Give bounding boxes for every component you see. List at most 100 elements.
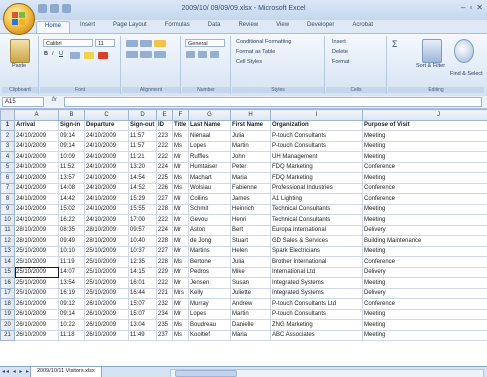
horizontal-scrollbar[interactable] (170, 369, 484, 377)
cell[interactable]: Mike (230, 266, 271, 278)
cell[interactable]: 14:54 (128, 172, 157, 184)
cell[interactable]: Mr (172, 224, 189, 236)
cell[interactable]: Spark Electricians (270, 245, 363, 257)
cell[interactable]: Lopes (188, 308, 231, 320)
tab-home[interactable]: Home (36, 21, 71, 33)
cell[interactable]: 25/10/2009 (84, 287, 129, 299)
cell[interactable]: Meeting (362, 308, 487, 320)
cell[interactable]: Juliette (230, 287, 271, 299)
cell[interactable]: Meeting (362, 245, 487, 257)
cell[interactable]: FDQ Marketing (270, 172, 363, 184)
row-header[interactable]: 5 (0, 161, 15, 173)
cell[interactable]: Stuart (230, 235, 271, 247)
cell[interactable]: P-touch Consultants (270, 130, 363, 142)
cell[interactable]: 28/10/2009 (84, 224, 129, 236)
autosum-icon[interactable]: Σ (392, 39, 398, 49)
cell[interactable]: Ms (172, 140, 189, 152)
cell[interactable]: 222 (156, 151, 173, 163)
number-format-box[interactable]: General (185, 39, 225, 47)
cell[interactable]: 09:14 (58, 140, 85, 152)
wrap-text-icon[interactable] (154, 40, 166, 47)
cell[interactable]: ZNG Marketing (270, 319, 363, 331)
row-header[interactable]: 16 (0, 277, 15, 289)
row-header[interactable]: 4 (0, 151, 15, 163)
fill-color-icon[interactable] (84, 52, 94, 59)
cell[interactable]: John (230, 151, 271, 163)
row-header[interactable]: 19 (0, 308, 15, 320)
insert-button[interactable]: Insert (332, 39, 346, 45)
cell[interactable]: 10:10 (58, 245, 85, 257)
cell[interactable]: 15:07 (128, 298, 157, 310)
merge-center-icon[interactable] (154, 51, 166, 58)
cell[interactable]: 09:57 (128, 224, 157, 236)
font-color-icon[interactable] (98, 52, 108, 59)
cell[interactable]: 25/10/2009 (14, 266, 59, 278)
cell[interactable]: UH Management (270, 151, 363, 163)
cell[interactable]: Ms (172, 319, 189, 331)
cell[interactable]: Professional Industries (270, 182, 363, 194)
cell[interactable]: 235 (156, 319, 173, 331)
cell[interactable]: 16:44 (128, 287, 157, 299)
cell[interactable]: 24/10/2009 (84, 172, 129, 184)
cell[interactable]: Nienaal (188, 130, 231, 142)
column-header-b[interactable]: B (58, 109, 85, 121)
cell[interactable]: 226 (156, 182, 173, 194)
cell[interactable]: 228 (156, 235, 173, 247)
worksheet-grid[interactable]: ABCDEFGHIJ 1 Arrival Sign-in Departure Sign-… (0, 109, 487, 366)
cell[interactable]: 24/10/2009 (84, 130, 129, 142)
cell[interactable]: Meeting (362, 172, 487, 184)
cell[interactable]: Mr (172, 308, 189, 320)
format-button[interactable]: Format (332, 59, 349, 65)
cell[interactable]: Integrated Systems (270, 287, 363, 299)
cell[interactable]: 25/10/2009 (84, 266, 129, 278)
column-header-f[interactable]: F (172, 109, 189, 121)
row-header[interactable]: 7 (0, 182, 15, 194)
cell[interactable]: 25/10/2009 (14, 256, 59, 268)
select-all-corner[interactable] (0, 109, 15, 121)
cell[interactable]: Ms (172, 182, 189, 194)
column-title-cell[interactable]: Title (172, 119, 189, 131)
column-title-cell[interactable]: First Name (230, 119, 271, 131)
minimize-icon[interactable]: – (461, 3, 465, 12)
cell[interactable]: 15:02 (58, 203, 85, 215)
cell[interactable]: Andrew (230, 298, 271, 310)
cell[interactable]: Mr (172, 298, 189, 310)
cell[interactable]: Ms (172, 172, 189, 184)
column-header-h[interactable]: H (230, 109, 271, 121)
column-header-i[interactable]: I (270, 109, 363, 121)
align-center-icon[interactable] (140, 51, 152, 58)
cell[interactable]: 26/10/2009 (14, 308, 59, 320)
cell[interactable]: 225 (156, 172, 173, 184)
cell[interactable]: Mrs (172, 287, 189, 299)
cell[interactable]: 25/10/2009 (84, 245, 129, 257)
cell[interactable]: 24/10/2009 (14, 182, 59, 194)
cell[interactable]: 24/10/2009 (84, 214, 129, 226)
cell[interactable]: 10:09 (58, 151, 85, 163)
cell[interactable]: Meeting (362, 277, 487, 289)
cell[interactable]: 15:29 (128, 193, 157, 205)
cell[interactable]: Ms (172, 329, 189, 341)
column-title-cell[interactable]: Organization (270, 119, 363, 131)
bold-button[interactable]: B (44, 51, 48, 57)
cell[interactable]: 24/10/2009 (14, 161, 59, 173)
cell-styles-button[interactable]: Cell Styles (236, 59, 262, 65)
column-title-cell[interactable]: Departure (84, 119, 129, 131)
cell[interactable]: 24/10/2009 (84, 182, 129, 194)
cell[interactable]: 11:19 (58, 256, 85, 268)
align-left-icon[interactable] (126, 51, 138, 58)
cell[interactable]: Machart (188, 172, 231, 184)
cell[interactable]: 16:22 (58, 214, 85, 226)
cell[interactable]: 234 (156, 308, 173, 320)
office-button[interactable] (3, 3, 35, 35)
cell[interactable]: Peter (230, 161, 271, 173)
cell[interactable]: Conference (362, 161, 487, 173)
cell[interactable]: Heinrich (230, 203, 271, 215)
cell[interactable]: 24/10/2009 (14, 193, 59, 205)
cell[interactable]: 09:14 (58, 130, 85, 142)
row-header[interactable]: 17 (0, 287, 15, 299)
cell[interactable]: 224 (156, 224, 173, 236)
cell[interactable]: de Jong (188, 235, 231, 247)
cell[interactable]: 15:55 (128, 203, 157, 215)
cell[interactable]: Kooltief (188, 329, 231, 341)
cell[interactable]: Ms (172, 256, 189, 268)
